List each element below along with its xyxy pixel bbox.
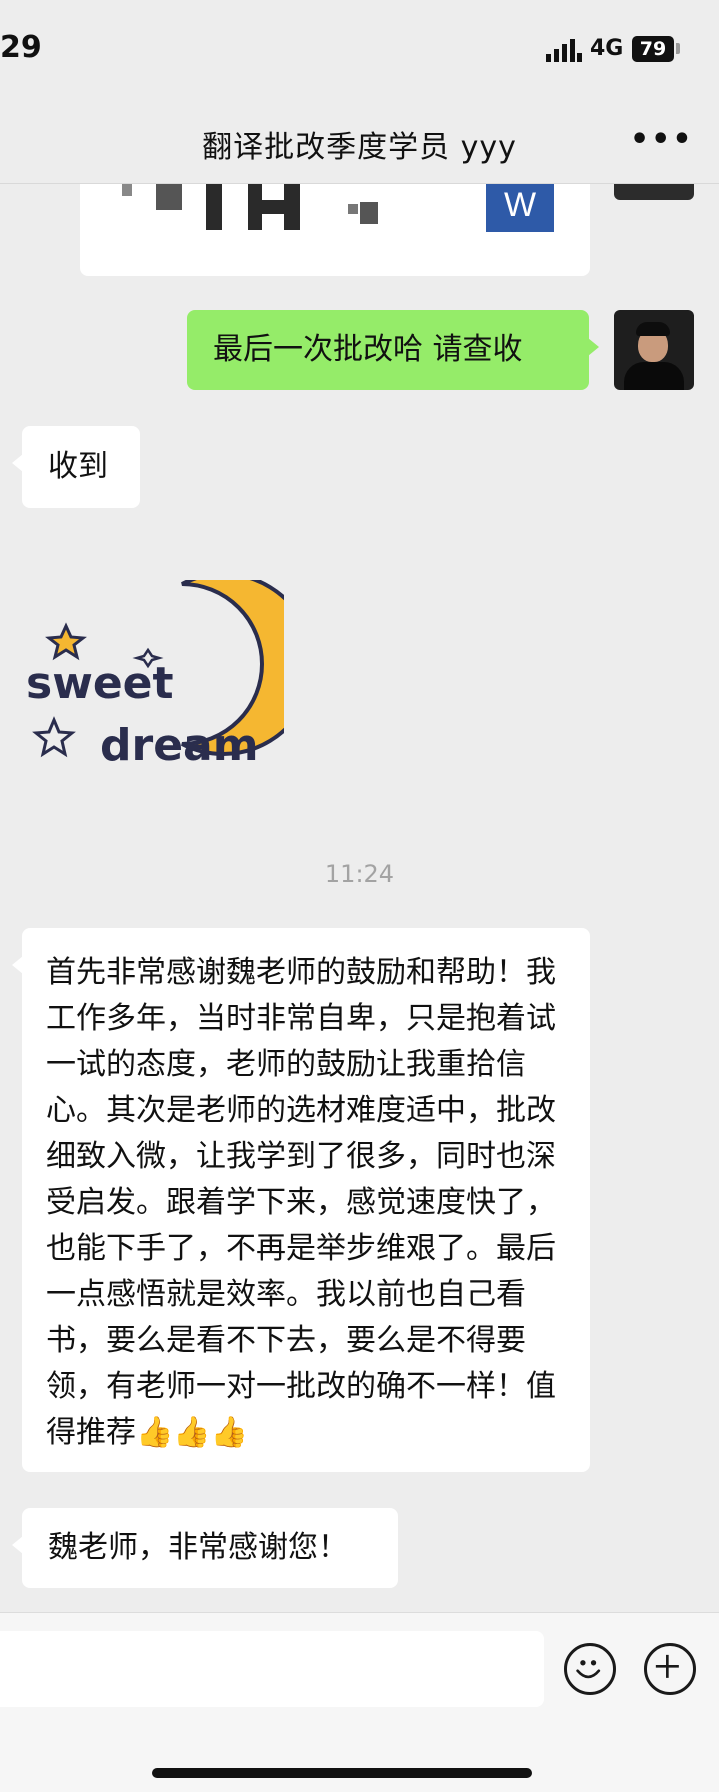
blurred-text [248, 182, 262, 230]
message-bubble-received[interactable]: 收到 [12, 426, 140, 508]
message-text: 首先非常感谢魏老师的鼓励和帮助！我工作多年，当时非常自卑，只是抱着试一试的态度，… [46, 955, 556, 1450]
blurred-text [122, 184, 132, 196]
input-bar [0, 1612, 719, 1792]
blurred-text [156, 180, 182, 210]
blurred-text [360, 202, 378, 224]
message-timestamp: 11:24 [324, 860, 395, 888]
sticker-text-sweet: sweet [26, 658, 174, 709]
message-bubble-received[interactable]: 首先非常感谢魏老师的鼓励和帮助！我工作多年，当时非常自卑，只是抱着试一试的态度，… [12, 928, 590, 1472]
more-options-button[interactable]: ••• [630, 125, 692, 160]
message-input[interactable] [0, 1631, 544, 1707]
battery-indicator: 79 [632, 36, 674, 62]
message-bubble-received[interactable]: 魏老师，非常感谢您！ [12, 1508, 398, 1588]
chat-header: 翻译批改季度学员 yyy ••• [0, 100, 719, 184]
status-time: 29 [0, 30, 42, 65]
home-indicator [152, 1768, 532, 1778]
sweet-dream-sticker[interactable]: sweet dream [24, 580, 284, 770]
plus-circle-icon[interactable] [644, 1643, 696, 1695]
message-bubble-sent[interactable]: 最后一次批改哈 请查收 [187, 310, 599, 390]
avatar[interactable] [614, 310, 694, 390]
network-label: 4G [590, 36, 624, 61]
status-bar: 29 4G 79 [0, 0, 719, 100]
thumbs-up-icon: 👍👍👍 [136, 1415, 249, 1450]
signal-icon [546, 39, 582, 62]
star-icon [45, 622, 87, 661]
blurred-text [284, 182, 300, 230]
blurred-text [348, 204, 358, 214]
battery-cap [676, 43, 680, 54]
star-outline-icon [32, 716, 76, 758]
sticker-text-dream: dream [100, 720, 259, 770]
chat-title: 翻译批改季度学员 yyy [202, 130, 517, 165]
blurred-text [206, 176, 222, 230]
word-document-icon: W [486, 178, 554, 232]
smiley-face-icon[interactable] [564, 1643, 616, 1695]
